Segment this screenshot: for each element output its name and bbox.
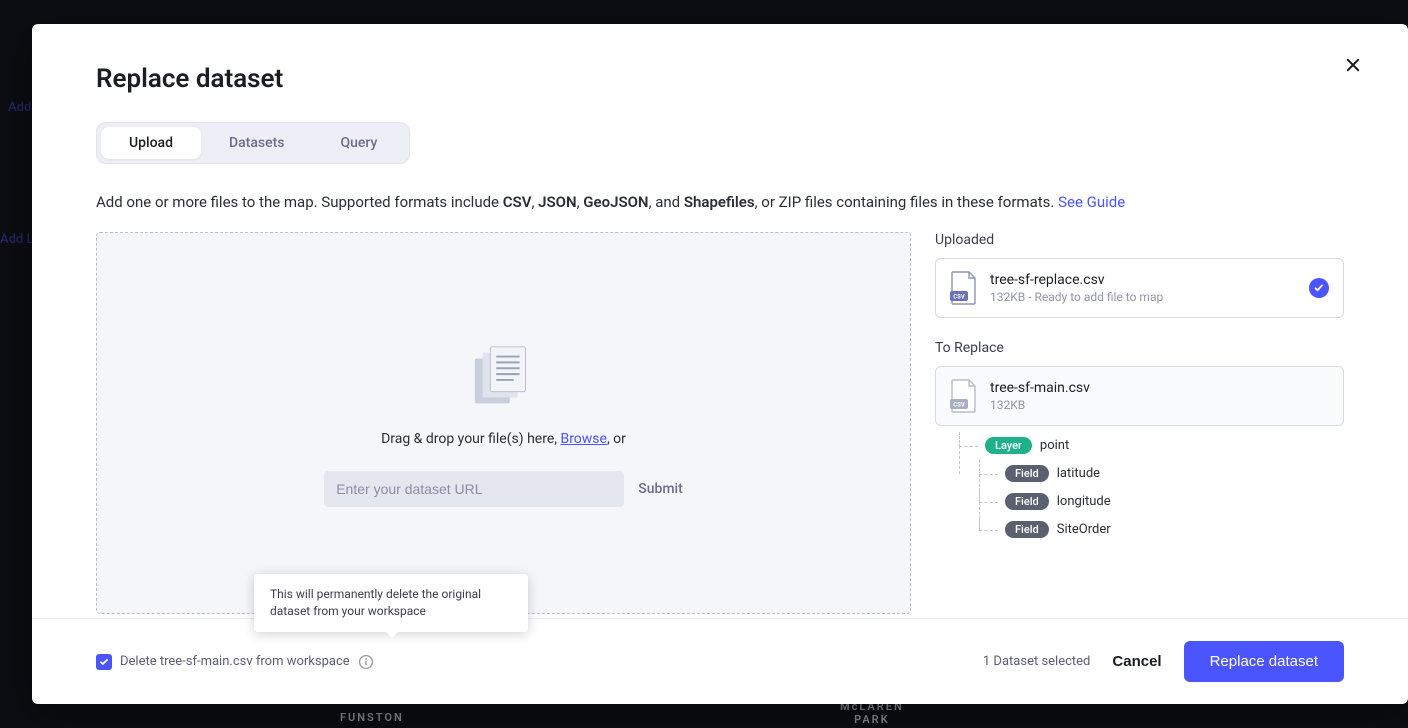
- field-name: longitude: [1057, 494, 1111, 509]
- layer-pill: Layer: [985, 437, 1032, 454]
- uploaded-label: Uploaded: [935, 232, 1344, 248]
- to-replace-label: To Replace: [935, 340, 1344, 356]
- submit-url-button[interactable]: Submit: [638, 481, 683, 497]
- bg-sidebar-add: Add: [8, 100, 31, 115]
- modal-title: Replace dataset: [96, 64, 1344, 94]
- uploaded-file-meta: 132KB - Ready to add file to map: [990, 290, 1297, 304]
- dataset-url-input[interactable]: [324, 471, 624, 507]
- field-name: SiteOrder: [1057, 522, 1111, 537]
- tree-layer-row: Layer point: [959, 432, 1344, 460]
- dropzone-text: Drag & drop your file(s) here, Browse, o…: [381, 431, 626, 447]
- tree-field-row: Field SiteOrder: [979, 516, 1344, 544]
- replace-file-meta: 132KB: [990, 398, 1329, 412]
- tab-datasets[interactable]: Datasets: [201, 127, 312, 159]
- check-icon: [99, 657, 109, 667]
- check-icon: [1313, 282, 1325, 294]
- tab-upload[interactable]: Upload: [101, 127, 201, 159]
- bg-park-funston: FUNSTON: [340, 711, 404, 724]
- selected-count: 1 Dataset selected: [983, 654, 1090, 669]
- svg-text:CSV: CSV: [953, 401, 965, 408]
- info-icon[interactable]: [358, 654, 374, 670]
- tab-bar: Upload Datasets Query: [96, 122, 410, 164]
- bg-sidebar-add-layer: Add L: [0, 232, 34, 247]
- upload-success-badge: [1309, 278, 1329, 298]
- replace-dataset-button[interactable]: Replace dataset: [1184, 641, 1344, 682]
- tree-field-row: Field longitude: [979, 488, 1344, 516]
- dropzone[interactable]: Drag & drop your file(s) here, Browse, o…: [96, 232, 911, 614]
- field-pill: Field: [1005, 465, 1049, 482]
- delete-tooltip: This will permanently delete the origina…: [254, 574, 528, 632]
- svg-text:CSV: CSV: [953, 293, 965, 300]
- uploaded-file-name: tree-sf-replace.csv: [990, 272, 1297, 288]
- modal-footer: Delete tree-sf-main.csv from workspace 1…: [32, 618, 1408, 704]
- browse-link[interactable]: Browse: [560, 431, 606, 447]
- cancel-button[interactable]: Cancel: [1108, 643, 1165, 680]
- field-pill: Field: [1005, 521, 1049, 538]
- documents-icon: [465, 339, 543, 417]
- uploaded-file-card[interactable]: CSV tree-sf-replace.csv 132KB - Ready to…: [935, 258, 1344, 318]
- replace-dataset-modal: Replace dataset Upload Datasets Query Ad…: [32, 24, 1408, 704]
- delete-original-checkbox[interactable]: [96, 654, 112, 670]
- delete-original-label: Delete tree-sf-main.csv from workspace: [120, 654, 350, 669]
- csv-file-icon: CSV: [950, 271, 978, 305]
- helper-text: Add one or more files to the map. Suppor…: [96, 192, 1344, 214]
- to-replace-file-card[interactable]: CSV tree-sf-main.csv 132KB: [935, 366, 1344, 426]
- tree-field-row: Field latitude: [979, 460, 1344, 488]
- tab-query[interactable]: Query: [312, 127, 405, 159]
- replace-file-name: tree-sf-main.csv: [990, 380, 1329, 396]
- close-button[interactable]: [1344, 56, 1368, 80]
- see-guide-link[interactable]: See Guide: [1058, 193, 1125, 211]
- layer-name: point: [1040, 438, 1069, 453]
- replace-tree: Layer point Field latitude Field longitu…: [959, 432, 1344, 544]
- close-icon: [1344, 56, 1362, 74]
- field-name: latitude: [1057, 466, 1100, 481]
- csv-file-icon: CSV: [950, 379, 978, 413]
- field-pill: Field: [1005, 493, 1049, 510]
